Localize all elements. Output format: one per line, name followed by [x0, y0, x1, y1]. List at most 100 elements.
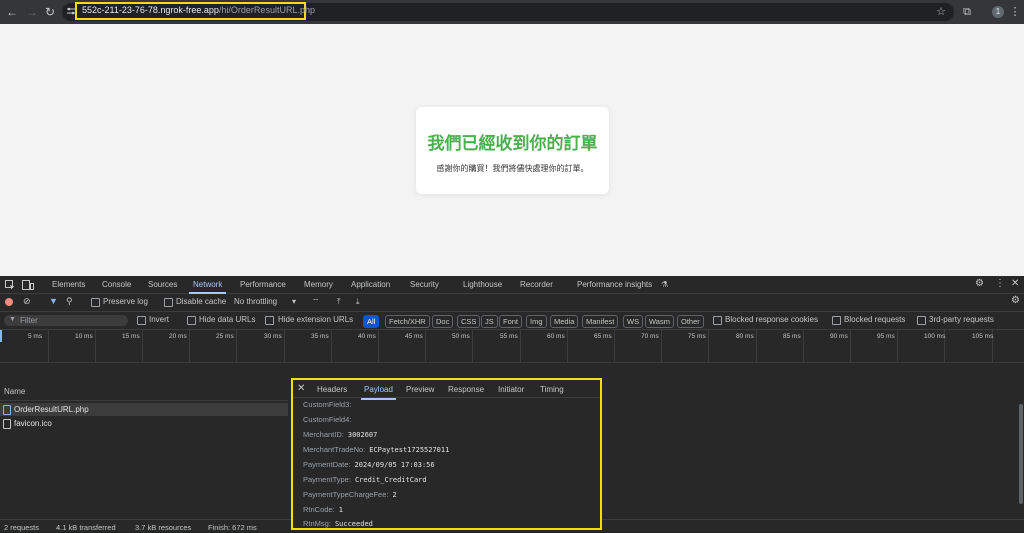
tab-lighthouse[interactable]: Lighthouse [463, 280, 502, 289]
filter-type-other[interactable]: Other [677, 315, 704, 328]
close-details-icon[interactable]: ✕ [297, 383, 305, 394]
import-har-icon[interactable]: ⤒ [337, 297, 341, 307]
network-toolbar: ⊘ ▼ ⚲ Preserve log Disable cache No thro… [0, 294, 1024, 312]
payload-scrollbar[interactable] [1019, 404, 1023, 504]
timeline-tick-label: 75 ms [688, 333, 706, 340]
request-row[interactable]: OrderResultURL.php [0, 403, 288, 416]
record-stop-icon[interactable] [5, 298, 13, 306]
timeline-gridline [567, 330, 568, 362]
filter-type-fetch-xhr[interactable]: Fetch/XHR [385, 315, 430, 328]
payload-row: RtnMsg: Succeeded [303, 519, 373, 528]
payload-row: PaymentTypeChargeFee: 2 [303, 490, 397, 499]
timeline-tick-label: 100 ms [924, 333, 946, 340]
status-finish: Finish: 672 ms [208, 523, 257, 532]
name-column-header[interactable]: Name [4, 387, 25, 396]
invert-checkbox[interactable] [137, 316, 146, 325]
tab-security[interactable]: Security [410, 280, 439, 289]
timeline-gridline [614, 330, 615, 362]
invert-label: Invert [149, 315, 170, 324]
request-name: OrderResultURL.php [14, 405, 89, 414]
devtools-tabbar: Elements Console Sources Network Perform… [0, 276, 1024, 294]
throttling-select[interactable]: No throttling [234, 297, 277, 306]
timeline-gridline [661, 330, 662, 362]
forward-icon[interactable]: → [24, 4, 40, 20]
filter-type-doc[interactable]: Doc [432, 315, 454, 328]
request-details-panel: ✕ Headers Payload Preview Response Initi… [291, 378, 602, 530]
preserve-log-checkbox[interactable] [91, 298, 100, 307]
tab-application[interactable]: Application [351, 280, 390, 289]
export-har-icon[interactable]: ⤓ [356, 297, 360, 307]
clear-icon[interactable]: ⊘ [23, 296, 31, 307]
url-text[interactable]: 552c-211-23-76-78.ngrok-free.app/hi/Orde… [82, 5, 315, 15]
extensions-icon[interactable]: ⧉ [960, 5, 974, 19]
filter-funnel-icon[interactable]: ▼ [49, 296, 58, 306]
hide-data-urls-checkbox[interactable] [187, 316, 196, 325]
filter-type-ws[interactable]: WS [623, 315, 644, 328]
filter-type-img[interactable]: Img [526, 315, 547, 328]
timeline-tick-label: 25 ms [216, 333, 234, 340]
timeline-gridline [425, 330, 426, 362]
tab-sources[interactable]: Sources [148, 280, 177, 289]
status-transferred: 4.1 kB transferred [56, 523, 116, 532]
network-conditions-icon[interactable]: ⌔ [312, 297, 320, 307]
blocked-requests-checkbox[interactable] [832, 316, 841, 325]
tab-elements[interactable]: Elements [52, 280, 85, 289]
device-toolbar-icon[interactable] [22, 280, 34, 290]
more-options-icon[interactable]: ⋮ [995, 278, 1005, 289]
reload-icon[interactable]: ↻ [42, 4, 58, 20]
settings-gear-icon[interactable]: ⚙ [975, 278, 984, 289]
timeline-gridline [708, 330, 709, 362]
close-devtools-icon[interactable]: ✕ [1011, 278, 1019, 289]
tab-network[interactable]: Network [188, 280, 227, 294]
network-timeline[interactable]: 5 ms 10 ms 15 ms 20 ms 25 ms 30 ms 35 ms 40 ms 4… [0, 330, 1024, 363]
filter-type-wasm[interactable]: Wasm [645, 315, 674, 328]
third-party-checkbox[interactable] [917, 316, 926, 325]
tab-memory[interactable]: Memory [304, 280, 333, 289]
inspect-element-icon[interactable] [5, 280, 15, 290]
payload-row: MerchantTradeNo: ECPaytest1725527011 [303, 445, 450, 454]
status-requests: 2 requests [4, 523, 40, 532]
back-icon[interactable]: ← [4, 4, 20, 20]
request-row[interactable]: favicon.ico [0, 417, 288, 430]
tab-timing[interactable]: Timing [540, 385, 564, 394]
filter-type-manifest[interactable]: Manifest [582, 315, 619, 328]
disable-cache-label: Disable cache [176, 297, 227, 306]
profile-avatar[interactable]: 1 [992, 6, 1004, 18]
tab-preview[interactable]: Preview [406, 385, 434, 394]
bookmark-star-icon[interactable]: ☆ [934, 5, 948, 19]
timeline-gridline [95, 330, 96, 362]
timeline-tick-label: 80 ms [736, 333, 754, 340]
disable-cache-checkbox[interactable] [164, 298, 173, 307]
tab-headers[interactable]: Headers [317, 385, 347, 394]
blocked-cookies-label: Blocked response cookies [725, 315, 818, 324]
chevron-down-icon[interactable]: ▾ [292, 297, 296, 306]
tab-performance[interactable]: Performance [240, 280, 286, 289]
filter-type-media[interactable]: Media [550, 315, 579, 328]
timeline-tick-label: 20 ms [169, 333, 187, 340]
menu-kebab-icon[interactable]: ⋮ [1008, 5, 1022, 19]
tab-performance-insights[interactable]: Performance insights [577, 280, 652, 289]
tab-response[interactable]: Response [448, 385, 484, 394]
tab-payload[interactable]: Payload [361, 385, 396, 400]
filter-type-js[interactable]: JS [481, 315, 498, 328]
timeline-tick-label: 90 ms [830, 333, 848, 340]
hide-extension-urls-checkbox[interactable] [265, 316, 274, 325]
tab-recorder[interactable]: Recorder [520, 280, 553, 289]
blocked-requests-label: Blocked requests [844, 315, 906, 324]
page-message: 感謝你的購買！我們將儘快處理你的訂單。 [436, 164, 589, 173]
filter-input[interactable]: ▼ Filter [4, 315, 128, 326]
payload-row: MerchantID: 3002607 [303, 430, 378, 439]
filter-type-font[interactable]: Font [499, 315, 523, 328]
payload-row: CustomField4: [303, 415, 352, 424]
timeline-tick-label: 15 ms [122, 333, 140, 340]
network-settings-gear-icon[interactable]: ⚙ [1011, 295, 1020, 306]
tab-initiator[interactable]: Initiator [498, 385, 524, 394]
timeline-gridline [472, 330, 473, 362]
tab-console[interactable]: Console [102, 280, 131, 289]
search-icon[interactable]: ⚲ [66, 296, 73, 307]
filter-type-css[interactable]: CSS [457, 315, 481, 328]
order-confirmation-card: 我們已經收到你的訂單 感謝你的購買！我們將儘快處理你的訂單。 [416, 107, 609, 194]
blocked-cookies-checkbox[interactable] [713, 316, 722, 325]
timeline-tick-label: 60 ms [547, 333, 565, 340]
filter-type-all[interactable]: All [363, 315, 380, 328]
